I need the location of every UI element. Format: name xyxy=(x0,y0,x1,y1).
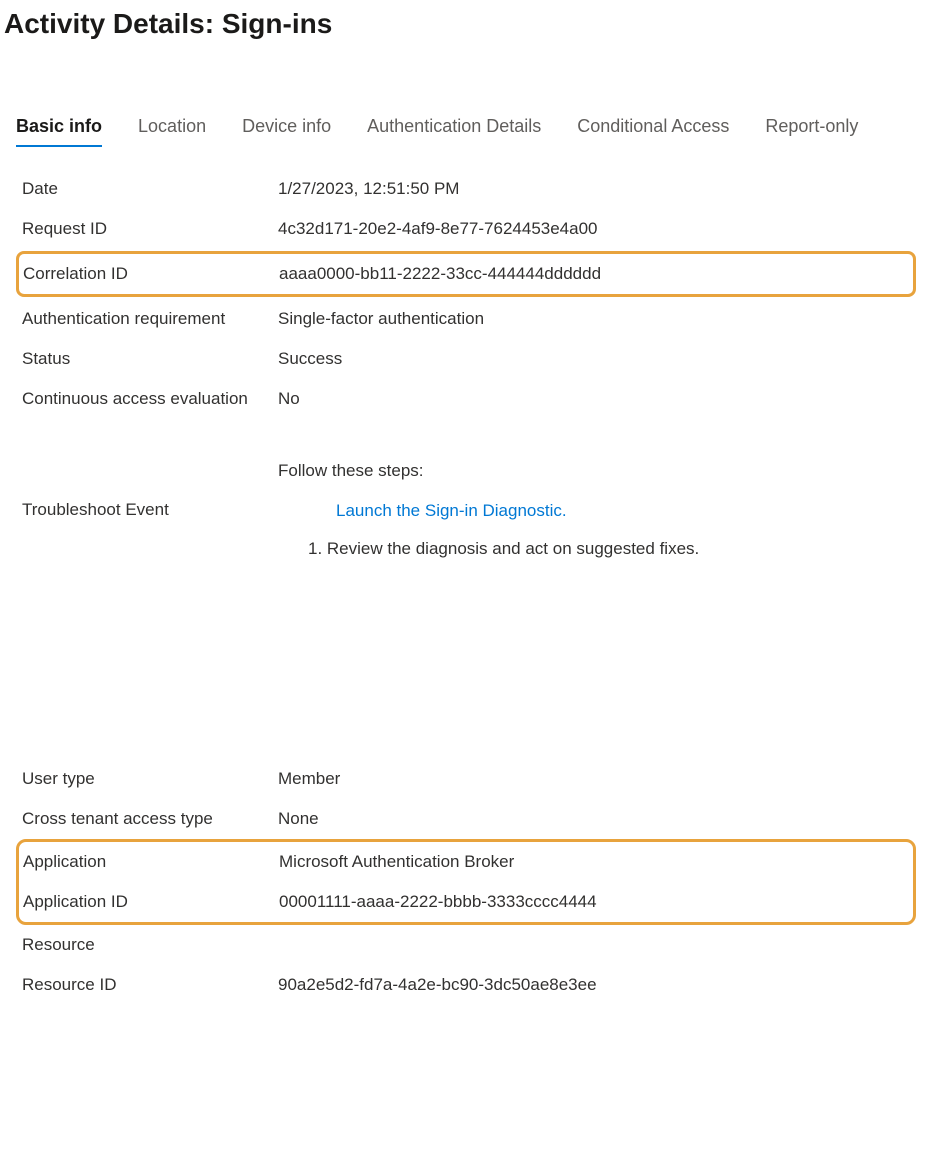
field-cae: Continuous access evaluation No xyxy=(22,379,910,419)
tab-report-only[interactable]: Report-only xyxy=(765,108,858,147)
label-troubleshoot: Troubleshoot Event xyxy=(22,500,278,520)
value-date: 1/27/2023, 12:51:50 PM xyxy=(278,179,459,199)
label-cae: Continuous access evaluation xyxy=(22,389,278,409)
tab-conditional-access[interactable]: Conditional Access xyxy=(577,108,729,147)
field-correlation-id: Correlation ID aaaa0000-bb11-2222-33cc-4… xyxy=(23,254,909,294)
field-cross-tenant: Cross tenant access type None xyxy=(22,799,910,839)
value-troubleshoot: Follow these steps: Launch the Sign-in D… xyxy=(278,461,699,559)
tabs-container: Basic info Location Device info Authenti… xyxy=(0,108,932,147)
field-user-type: User type Member xyxy=(22,759,910,799)
label-application: Application xyxy=(23,852,279,872)
launch-diagnostic-link[interactable]: Launch the Sign-in Diagnostic. xyxy=(336,501,567,521)
label-date: Date xyxy=(22,179,278,199)
highlight-application: Application Microsoft Authentication Bro… xyxy=(16,839,916,925)
basic-info-content: Date 1/27/2023, 12:51:50 PM Request ID 4… xyxy=(0,147,932,569)
label-resource-id: Resource ID xyxy=(22,975,278,995)
field-status: Status Success xyxy=(22,339,910,379)
value-auth-requirement: Single-factor authentication xyxy=(278,309,484,329)
field-application-id: Application ID 00001111-aaaa-2222-bbbb-3… xyxy=(23,882,909,922)
value-resource-id: 90a2e5d2-fd7a-4a2e-bc90-3dc50ae8e3ee xyxy=(278,975,597,995)
value-application-id: 00001111-aaaa-2222-bbbb-3333cccc4444 xyxy=(279,892,597,912)
value-cae: No xyxy=(278,389,300,409)
label-request-id: Request ID xyxy=(22,219,278,239)
field-request-id: Request ID 4c32d171-20e2-4af9-8e77-76244… xyxy=(22,209,910,249)
tab-location[interactable]: Location xyxy=(138,108,206,147)
label-application-id: Application ID xyxy=(23,892,279,912)
label-resource: Resource xyxy=(22,935,278,955)
field-auth-requirement: Authentication requirement Single-factor… xyxy=(22,299,910,339)
page-title: Activity Details: Sign-ins xyxy=(0,0,932,60)
field-application: Application Microsoft Authentication Bro… xyxy=(23,842,909,882)
label-auth-requirement: Authentication requirement xyxy=(22,309,278,329)
field-troubleshoot: Troubleshoot Event Follow these steps: L… xyxy=(22,451,910,569)
tab-basic-info[interactable]: Basic info xyxy=(16,108,102,147)
troubleshoot-step-1: 1. Review the diagnosis and act on sugge… xyxy=(308,539,699,559)
content-gap xyxy=(0,569,932,759)
tab-authentication-details[interactable]: Authentication Details xyxy=(367,108,541,147)
troubleshoot-intro: Follow these steps: xyxy=(278,461,699,481)
value-status: Success xyxy=(278,349,342,369)
field-resource-id: Resource ID 90a2e5d2-fd7a-4a2e-bc90-3dc5… xyxy=(22,965,910,1005)
label-user-type: User type xyxy=(22,769,278,789)
tab-device-info[interactable]: Device info xyxy=(242,108,331,147)
additional-fields: User type Member Cross tenant access typ… xyxy=(0,759,932,1005)
value-cross-tenant: None xyxy=(278,809,319,829)
field-date: Date 1/27/2023, 12:51:50 PM xyxy=(22,169,910,209)
highlight-correlation-id: Correlation ID aaaa0000-bb11-2222-33cc-4… xyxy=(16,251,916,297)
value-application: Microsoft Authentication Broker xyxy=(279,852,514,872)
label-correlation-id: Correlation ID xyxy=(23,264,279,284)
label-status: Status xyxy=(22,349,278,369)
field-resource: Resource xyxy=(22,925,910,965)
value-correlation-id: aaaa0000-bb11-2222-33cc-444444dddddd xyxy=(279,264,601,284)
value-request-id: 4c32d171-20e2-4af9-8e77-7624453e4a00 xyxy=(278,219,598,239)
value-user-type: Member xyxy=(278,769,340,789)
label-cross-tenant: Cross tenant access type xyxy=(22,809,278,829)
